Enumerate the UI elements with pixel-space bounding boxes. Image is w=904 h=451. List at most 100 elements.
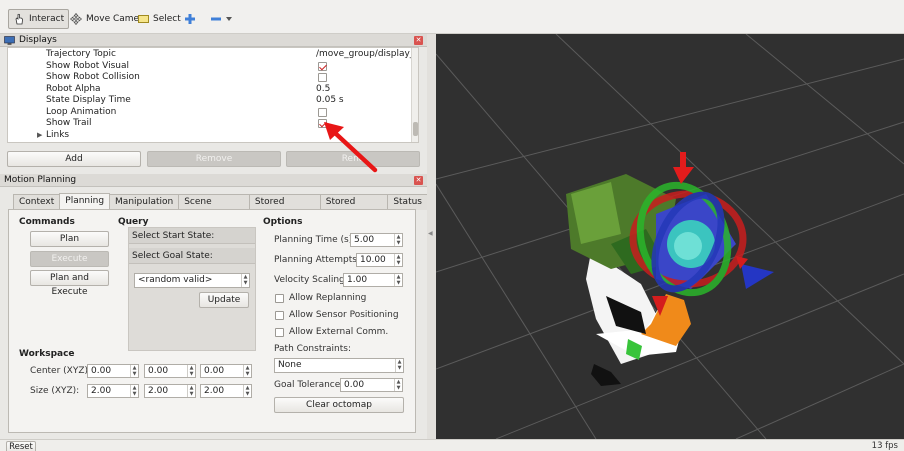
commands-heading: Commands: [19, 217, 75, 227]
spin-arrows-icon[interactable]: ▲ ▼: [394, 254, 402, 266]
path-constraints-select[interactable]: None ▲ ▼: [274, 358, 404, 373]
goal-state-value: <random valid>: [138, 275, 213, 285]
velocity-scaling-input[interactable]: 1.00 ▲ ▼: [343, 273, 403, 287]
show-robot-visual-checkbox[interactable]: [318, 61, 327, 71]
panel-splitter[interactable]: ◀: [427, 34, 436, 439]
path-constraints-label: Path Constraints:: [274, 344, 352, 354]
planning-time-input[interactable]: 5.00 ▲ ▼: [350, 233, 403, 247]
goal-tolerance-label: Goal Tolerance:: [274, 380, 344, 390]
tree-row-show-robot-visual[interactable]: Show Robot Visual: [8, 61, 413, 73]
goal-tolerance-input[interactable]: 0.00 ▲ ▼: [340, 378, 403, 392]
interact-tool-button[interactable]: Interact: [8, 9, 70, 29]
allow-external-comm-label: Allow External Comm.: [289, 327, 389, 337]
spin-arrows-icon[interactable]: ▲ ▼: [243, 385, 251, 397]
size-z-input[interactable]: 2.00 ▲ ▼: [200, 384, 252, 398]
tab-scene-objects[interactable]: Scene Objects: [178, 194, 250, 222]
execute-button[interactable]: Execute: [30, 251, 109, 267]
expand-arrow-icon[interactable]: ▶: [37, 130, 42, 142]
show-robot-collision-checkbox[interactable]: [318, 73, 327, 82]
left-panel: Displays ✕ Trajectory Topic /move_group/…: [0, 34, 428, 439]
center-z-value: 0.00: [204, 366, 225, 376]
add-tool-button[interactable]: [179, 9, 201, 29]
tab-stored-scenes[interactable]: Stored Scenes: [248, 194, 321, 222]
options-heading: Options: [263, 217, 303, 227]
center-z-input[interactable]: 0.00 ▲ ▼: [200, 364, 252, 378]
goal-state-select[interactable]: <random valid> ▲ ▼: [134, 273, 250, 288]
remove-tool-dropdown[interactable]: [205, 9, 237, 29]
select-goal-state-label[interactable]: Select Goal State:: [129, 248, 255, 264]
allow-sensor-positioning-checkbox[interactable]: [275, 311, 284, 320]
annotation-arrow-icon: [324, 122, 378, 173]
allow-external-comm-checkbox[interactable]: [275, 328, 284, 337]
size-y-input[interactable]: 2.00 ▲ ▼: [144, 384, 196, 398]
loop-animation-checkbox[interactable]: [318, 107, 327, 117]
spin-arrows-icon[interactable]: ▲ ▼: [394, 379, 402, 391]
tab-status[interactable]: Status: [387, 194, 428, 210]
plan-button[interactable]: Plan: [30, 231, 109, 247]
update-button[interactable]: Update: [199, 292, 249, 308]
remove-button[interactable]: Remove: [147, 151, 281, 167]
planning-attempts-input[interactable]: 10.00 ▲ ▼: [356, 253, 403, 267]
tree-row-label: Show Robot Collision: [46, 72, 140, 82]
spin-arrows-icon[interactable]: ▲ ▼: [130, 365, 138, 377]
plan-and-execute-button[interactable]: Plan and Execute: [30, 270, 109, 297]
spin-arrows-icon[interactable]: ▲ ▼: [394, 274, 402, 286]
tree-row-state-display-time[interactable]: State Display Time 0.05 s: [8, 95, 413, 107]
3d-viewport[interactable]: [436, 34, 904, 439]
size-z-value: 2.00: [204, 386, 225, 396]
marker-z-arrow[interactable]: [673, 152, 694, 184]
goal-tolerance-value: 0.00: [344, 380, 365, 390]
interact-label: Interact: [29, 14, 65, 24]
tree-row-label: Show Robot Visual: [46, 60, 129, 71]
select-arrows-icon: ▲ ▼: [241, 274, 249, 287]
move-arrows-icon: [70, 13, 82, 25]
planning-time-label: Planning Time (s):: [274, 235, 356, 245]
tab-manipulation[interactable]: Manipulation: [109, 194, 180, 210]
displays-scrollbar[interactable]: [411, 48, 418, 142]
marker-x-arrow[interactable]: [741, 264, 774, 289]
size-x-input[interactable]: 2.00 ▲ ▼: [87, 384, 139, 398]
hand-pointer-icon: [15, 13, 23, 25]
spin-arrows-icon[interactable]: ▲ ▼: [187, 385, 195, 397]
motion-planning-close-icon[interactable]: ✕: [414, 176, 423, 185]
spin-arrows-icon[interactable]: ▲ ▼: [243, 365, 251, 377]
motion-planning-title-bar: Motion Planning: [0, 174, 427, 187]
allow-replanning-label: Allow Replanning: [289, 293, 367, 303]
reset-button[interactable]: Reset: [6, 441, 36, 451]
tree-row-label: Loop Animation: [46, 106, 117, 117]
tree-row-robot-alpha[interactable]: Robot Alpha 0.5: [8, 84, 413, 96]
center-x-input[interactable]: 0.00 ▲ ▼: [87, 364, 139, 378]
tree-row-loop-animation[interactable]: Loop Animation: [8, 107, 413, 119]
velocity-scaling-label: Velocity Scaling:: [274, 275, 348, 285]
tab-stored-states[interactable]: Stored States: [319, 194, 389, 222]
select-rect-icon: [138, 15, 149, 23]
center-y-input[interactable]: 0.00 ▲ ▼: [144, 364, 196, 378]
spin-arrows-icon[interactable]: ▲ ▼: [394, 234, 402, 246]
tab-context[interactable]: Context: [13, 194, 61, 210]
tree-row-label: Show Trail: [46, 118, 92, 128]
allow-replanning-checkbox[interactable]: [275, 294, 284, 303]
toolbar: Interact Move Camera Select: [0, 0, 904, 34]
displays-close-icon[interactable]: ✕: [414, 36, 423, 45]
path-constraints-value: None: [278, 360, 302, 370]
planning-attempts-label: Planning Attempts:: [274, 255, 360, 265]
tab-planning[interactable]: Planning: [59, 193, 111, 210]
scrollbar-thumb[interactable]: [413, 122, 418, 136]
select-label: Select: [153, 14, 181, 24]
add-button[interactable]: Add: [7, 151, 141, 167]
clear-octomap-button[interactable]: Clear octomap: [274, 397, 404, 413]
tree-row-label: State Display Time: [46, 95, 131, 105]
query-box: Select Start State: Select Goal State: <…: [128, 227, 256, 351]
monitor-icon: [4, 35, 15, 45]
spin-arrows-icon[interactable]: ▲ ▼: [187, 365, 195, 377]
motion-planning-tabs: Context Planning Manipulation Scene Obje…: [13, 193, 428, 222]
select-start-state-label[interactable]: Select Start State:: [129, 228, 255, 244]
spin-arrows-icon[interactable]: ▲ ▼: [130, 385, 138, 397]
tree-row-trajectory-topic[interactable]: Trajectory Topic /move_group/display_...: [8, 49, 418, 61]
center-xyz-label: Center (XYZ):: [30, 366, 92, 376]
tree-row-show-robot-collision[interactable]: Show Robot Collision: [8, 72, 413, 84]
displays-title-bar: Displays: [0, 34, 427, 47]
velocity-scaling-value: 1.00: [347, 275, 368, 285]
select-tool-button[interactable]: Select: [133, 9, 186, 29]
size-xyz-label: Size (XYZ):: [30, 386, 80, 396]
